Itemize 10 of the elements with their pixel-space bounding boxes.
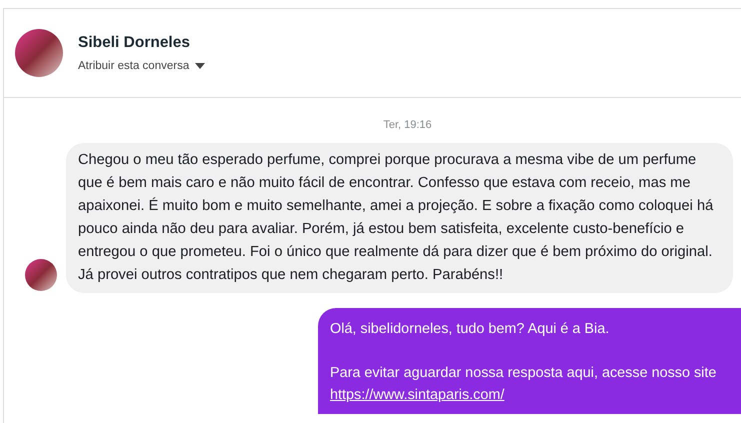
message-text: Olá, sibelidorneles, tudo bem? Aqui é a Bia.	[330, 320, 610, 338]
avatar	[25, 258, 57, 290]
website-link[interactable]: https://www.sintaparis.com/	[330, 384, 504, 406]
message-bubble: Chegou o meu tão esperado perfume, comprei porque procurava a mesma vibe de um perfume que é bem mais caro e não muito fácil de encontrar. Confesso que estava com receio, mas me apaixonei. É muito bom e muito semelhante, amei a projeção. E sobre a fixação como coloquei há pouco ainda não deu para avaliar. Porém, já estou bem satisfeita, excelente custo-benefício e entregou o que prometeu. Foi o único que realmente dá para dizer que é bem próximo do original. Já provei outros contratipos que nem chegaram perto. Parabéns!!	[66, 142, 733, 292]
avatar	[15, 29, 63, 77]
assign-conversation-button[interactable]: Atribuir esta conversa	[78, 58, 206, 75]
timestamp: Ter, 19:16	[383, 118, 432, 133]
message-text: Para evitar aguardar nossa resposta aqui, acesse nosso site	[330, 364, 718, 382]
caret-icon	[195, 63, 206, 70]
contact-name: Sibeli Dorneles	[78, 33, 191, 54]
